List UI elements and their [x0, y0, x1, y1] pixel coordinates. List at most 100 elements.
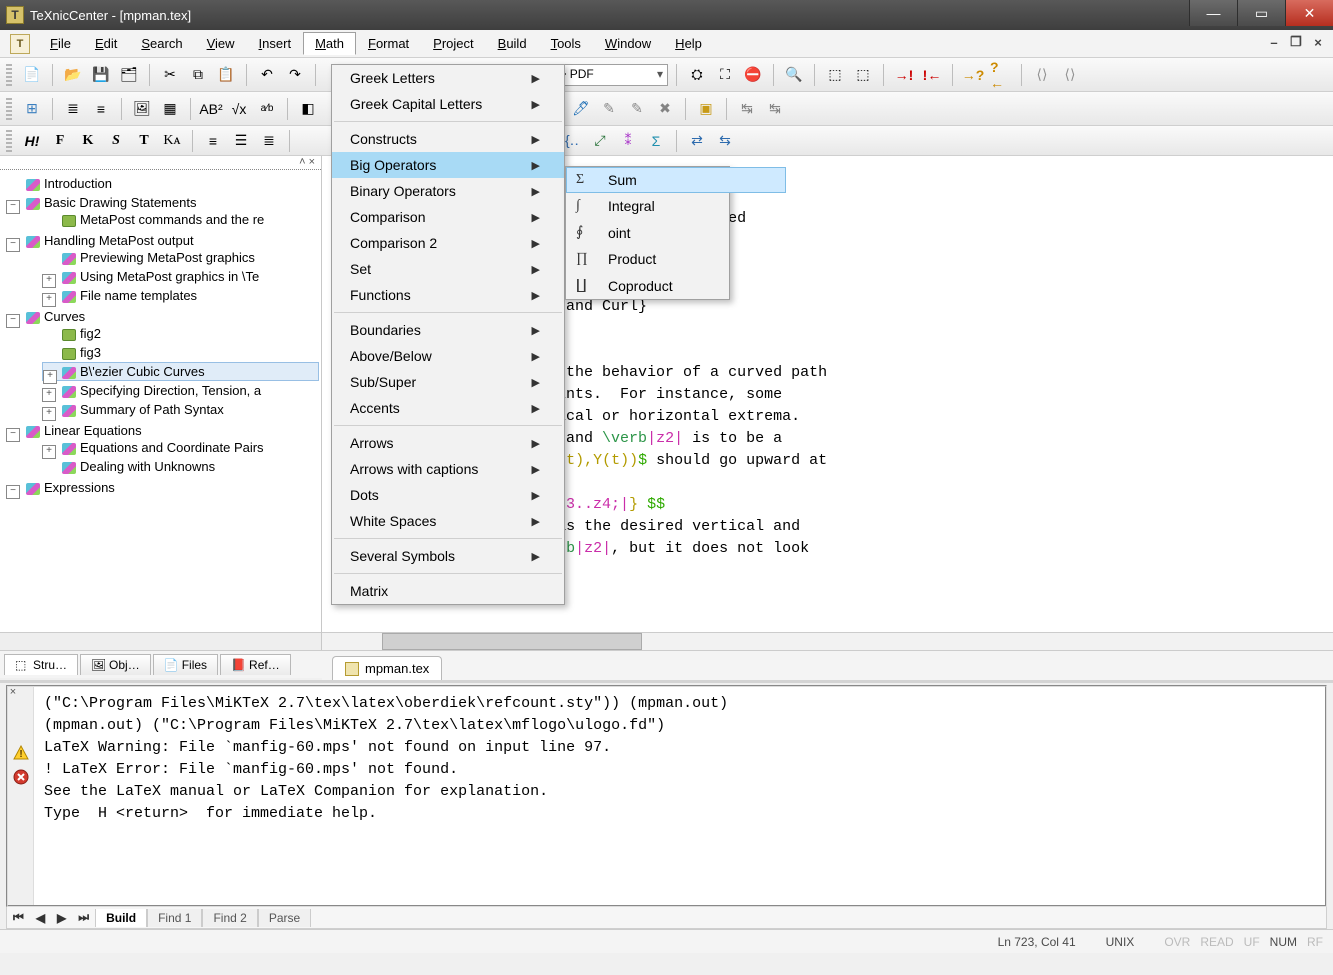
menu-item-big-operators[interactable]: Big Operators▶	[332, 152, 564, 178]
output-next-icon[interactable]: ▶	[51, 911, 72, 925]
build-icon[interactable]: ⛭	[685, 63, 709, 87]
menu-item-above-below[interactable]: Above/Below▶	[332, 343, 564, 369]
math3-icon[interactable]: ⤢	[588, 129, 612, 153]
tree-node[interactable]: MetaPost commands and the re	[42, 210, 319, 229]
submenu-item-integral[interactable]: ∫Integral	[566, 193, 786, 219]
editor-hscroll[interactable]	[322, 632, 1333, 650]
menu-item-binary-operators[interactable]: Binary Operators▶	[332, 178, 564, 204]
next-warn-icon[interactable]: →?	[961, 63, 985, 87]
menu-tools[interactable]: Tools	[539, 32, 593, 55]
toolbar-grip[interactable]	[6, 130, 12, 152]
math5-icon[interactable]: Σ	[644, 129, 668, 153]
puzzle-icon[interactable]: ▣	[694, 97, 718, 121]
menu-project[interactable]: Project	[421, 32, 485, 55]
math-dropdown[interactable]: Greek Letters▶Greek Capital Letters▶Cons…	[331, 64, 565, 605]
bold-icon[interactable]: F	[48, 129, 72, 153]
mdi-restore[interactable]: ❐	[1287, 34, 1305, 50]
doc-tab[interactable]: mpman.tex	[332, 656, 442, 680]
output-last-icon[interactable]: ⏭	[72, 910, 95, 925]
menu-build[interactable]: Build	[486, 32, 539, 55]
align-left-icon[interactable]: ≡	[201, 129, 225, 153]
tree-node[interactable]: Previewing MetaPost graphics	[42, 248, 319, 267]
toolbar-grip[interactable]	[6, 98, 12, 120]
tree-node[interactable]: Basic Drawing StatementsMetaPost command…	[6, 193, 319, 231]
output-tab-parse[interactable]: Parse	[258, 909, 311, 927]
slant-icon[interactable]: S	[104, 129, 128, 153]
menu-file[interactable]: File	[38, 32, 83, 55]
tool1-icon[interactable]: ⬚	[823, 63, 847, 87]
menu-item-set[interactable]: Set▶	[332, 256, 564, 282]
submenu-item-oint[interactable]: ∮oint	[566, 219, 786, 246]
math6-icon[interactable]: ⇄	[685, 129, 709, 153]
menu-item-boundaries[interactable]: Boundaries▶	[332, 317, 564, 343]
align-center-icon[interactable]: ☰	[229, 129, 253, 153]
submenu-item-sum[interactable]: ΣSum	[566, 167, 786, 193]
menu-item-several-symbols[interactable]: Several Symbols▶	[332, 543, 564, 569]
output-close-icon[interactable]: ×	[6, 685, 20, 699]
menu-item-greek-capital-letters[interactable]: Greek Capital Letters▶	[332, 91, 564, 117]
submenu-item-coproduct[interactable]: ∐Coproduct	[566, 272, 786, 299]
tree-node[interactable]: Handling MetaPost outputPreviewing MetaP…	[6, 231, 319, 307]
minimize-button[interactable]: —	[1189, 0, 1237, 26]
output-prev-icon[interactable]: ◀	[30, 911, 51, 925]
math4-icon[interactable]: ⁑	[616, 129, 640, 153]
side-hscroll[interactable]	[0, 632, 321, 650]
panel-collapse-icon[interactable]: ˄ ×	[299, 156, 315, 169]
menu-item-constructs[interactable]: Constructs▶	[332, 126, 564, 152]
sc-icon[interactable]: Kᴀ	[160, 129, 184, 153]
side-tab-stru[interactable]: ⬚Stru…	[4, 654, 78, 675]
submenu-item-product[interactable]: ∏Product	[566, 246, 786, 272]
mdi-close[interactable]: ×	[1309, 34, 1327, 50]
math7-icon[interactable]: ⇆	[713, 129, 737, 153]
tree-node[interactable]: fig3	[42, 343, 319, 362]
align-right-icon[interactable]: ≣	[257, 129, 281, 153]
table-icon[interactable]: ▦	[158, 97, 182, 121]
h1-icon[interactable]: H!	[20, 129, 44, 153]
menu-item-functions[interactable]: Functions▶	[332, 282, 564, 308]
sqrt-icon[interactable]: √x	[227, 97, 251, 121]
new-file-icon[interactable]: 📄	[20, 63, 44, 87]
menu-item-sub-super[interactable]: Sub/Super▶	[332, 369, 564, 395]
save-icon[interactable]: 💾	[89, 63, 113, 87]
stop-icon[interactable]: ⛔	[741, 63, 765, 87]
bullets-icon[interactable]: ≣	[61, 97, 85, 121]
output-tab-build[interactable]: Build	[95, 909, 147, 927]
menu-item-dots[interactable]: Dots▶	[332, 482, 564, 508]
side-tab-files[interactable]: 📄Files	[153, 654, 218, 675]
menu-item-arrows[interactable]: Arrows▶	[332, 430, 564, 456]
menu-item-comparison-2[interactable]: Comparison 2▶	[332, 230, 564, 256]
toolbar-grip[interactable]	[6, 64, 12, 86]
wand-icon[interactable]: 🖊	[569, 97, 593, 121]
output-tab-find2[interactable]: Find 2	[202, 909, 257, 927]
paste-icon[interactable]: 📋	[214, 63, 238, 87]
menu-item-arrows-with-captions[interactable]: Arrows with captions▶	[332, 456, 564, 482]
tree-node[interactable]: Using MetaPost graphics in \Te	[42, 267, 319, 286]
menu-item-accents[interactable]: Accents▶	[332, 395, 564, 421]
prev-error-icon[interactable]: !←	[920, 63, 944, 87]
menu-math[interactable]: Math	[303, 32, 356, 55]
menu-insert[interactable]: Insert	[247, 32, 304, 55]
tool2-icon[interactable]: ⬚	[851, 63, 875, 87]
menu-help[interactable]: Help	[663, 32, 714, 55]
mdi-minimize[interactable]: –	[1265, 34, 1283, 50]
maximize-button[interactable]: ▭	[1237, 0, 1285, 26]
tree-node[interactable]: Expressions	[6, 478, 319, 497]
tree-node[interactable]: Curvesfig2fig3B\'ezier Cubic CurvesSpeci…	[6, 307, 319, 421]
side-tab-ref[interactable]: 📕Ref…	[220, 654, 291, 675]
menu-item-comparison[interactable]: Comparison▶	[332, 204, 564, 230]
tt-icon[interactable]: T	[132, 129, 156, 153]
itemize-icon[interactable]: ⊞	[20, 97, 44, 121]
redo-icon[interactable]: ↷	[283, 63, 307, 87]
italic-icon[interactable]: K	[76, 129, 100, 153]
menu-format[interactable]: Format	[356, 32, 421, 55]
output-first-icon[interactable]: ⏮	[7, 910, 30, 925]
menu-item-white-spaces[interactable]: White Spaces▶	[332, 508, 564, 534]
menu-view[interactable]: View	[195, 32, 247, 55]
next-error-icon[interactable]: →!	[892, 63, 916, 87]
big-operators-submenu[interactable]: ΣSum∫Integral∮oint∏Product∐Coproduct	[565, 166, 730, 300]
tree-node[interactable]: Specifying Direction, Tension, a	[42, 381, 319, 400]
tree-node[interactable]: File name templates	[42, 286, 319, 305]
enum-icon[interactable]: ≡	[89, 97, 113, 121]
open-icon[interactable]: 📂	[61, 63, 85, 87]
view-output-icon[interactable]: 🔍	[782, 63, 806, 87]
